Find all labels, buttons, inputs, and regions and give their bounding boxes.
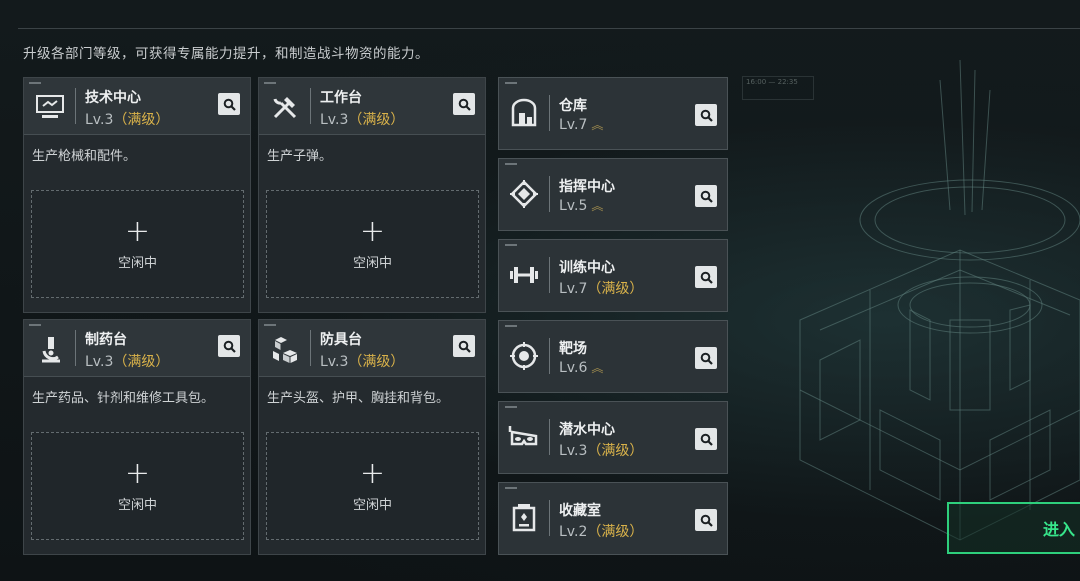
warehouse-icon [505,94,543,132]
max-level-tag: （满级） [113,354,170,370]
production-slot[interactable]: + 空闲中 [31,190,244,298]
card-header: 工作台 Lv.3（满级） [259,78,485,135]
header-separator [310,330,311,366]
chip-icon [505,175,543,213]
production-slot[interactable]: + 空闲中 [266,432,479,540]
facility-level: Lv.3（满级） [85,354,170,370]
slot-status: 空闲中 [117,255,157,271]
facility-name: 制药台 [85,332,127,348]
facility-name: 仓库 [559,98,587,114]
card-separator [549,338,550,374]
facility-name: 指挥中心 [559,179,615,195]
enter-button[interactable]: 进入 [947,502,1080,554]
tools-icon [265,87,305,127]
header-divider [18,28,1080,29]
facility-level: Lv.6 ︽ [559,360,604,376]
card-separator [549,419,550,455]
card-header: 制药台 Lv.3（满级） [24,320,250,377]
card-separator [549,95,550,131]
facility-level: Lv.5 ︽ [559,198,604,214]
card-header: 技术中心 Lv.3（满级） [24,78,250,135]
facility-card-shooting-range[interactable]: 靶场 Lv.6 ︽ [498,320,728,393]
dumbbell-icon [505,256,543,294]
production-slot[interactable]: + 空闲中 [266,190,479,298]
facility-level: Lv.3（满级） [85,112,170,128]
facility-card-training-center[interactable]: 训练中心 Lv.7（满级） [498,239,728,312]
production-slot[interactable]: + 空闲中 [31,432,244,540]
facility-card-tech-center[interactable]: 技术中心 Lv.3（满级） 生产枪械和配件。 + 空闲中 [23,77,251,313]
search-icon[interactable] [695,509,717,531]
slot-status: 空闲中 [352,497,392,513]
microscope-icon [30,329,70,369]
max-level-tag: （满级） [587,524,644,540]
card-separator [549,176,550,212]
facility-name: 收藏室 [559,503,601,519]
upgrade-available-icon: ︽ [591,118,604,132]
base-wireframe-illustration [799,60,1080,541]
max-level-tag: （满级） [113,112,170,128]
cubes-icon [265,329,305,369]
search-icon[interactable] [695,347,717,369]
facility-level: Lv.7 ︽ [559,117,604,133]
facility-card-collection-room[interactable]: 收藏室 Lv.2（满级） [498,482,728,555]
facility-card-command-center[interactable]: 指挥中心 Lv.5 ︽ [498,158,728,231]
search-icon[interactable] [453,335,475,357]
search-icon[interactable] [695,266,717,288]
plus-icon: + [359,213,386,249]
search-icon[interactable] [453,93,475,115]
monitor-icon [30,87,70,127]
facility-description: 生产药品、针剂和维修工具包。 [32,391,215,406]
facility-card-workbench[interactable]: 工作台 Lv.3（满级） 生产子弹。 + 空闲中 [258,77,486,313]
search-icon[interactable] [695,428,717,450]
slot-status: 空闲中 [352,255,392,271]
plus-icon: + [124,213,151,249]
slot-status: 空闲中 [117,497,157,513]
facility-card-pharmacy[interactable]: 制药台 Lv.3（满级） 生产药品、针剂和维修工具包。 + 空闲中 [23,319,251,555]
facility-name: 技术中心 [85,90,141,106]
collection-icon [505,499,543,537]
facility-name: 潜水中心 [559,422,615,438]
facility-card-warehouse[interactable]: 仓库 Lv.7 ︽ [498,77,728,150]
card-separator [549,257,550,293]
goggles-icon [505,418,543,456]
facility-level: Lv.3（满级） [320,112,405,128]
search-icon[interactable] [218,93,240,115]
facility-level: Lv.2（满级） [559,524,644,540]
card-separator [549,500,550,536]
facility-description: 生产子弹。 [267,149,333,164]
search-icon[interactable] [695,185,717,207]
decorative-time-text: 16:00 — 22:35 [746,78,798,86]
facility-name: 防具台 [320,332,362,348]
facility-level: Lv.7（满级） [559,281,644,297]
search-icon[interactable] [218,335,240,357]
header-separator [75,330,76,366]
facility-card-armor-bench[interactable]: 防具台 Lv.3（满级） 生产头盔、护甲、胸挂和背包。 + 空闲中 [258,319,486,555]
upgrade-available-icon: ︽ [591,199,604,213]
facility-level: Lv.3（满级） [559,443,644,459]
max-level-tag: （满级） [587,281,644,297]
upgrade-available-icon: ︽ [591,361,604,375]
facility-description: 生产头盔、护甲、胸挂和背包。 [267,391,450,406]
search-icon[interactable] [695,104,717,126]
header-separator [75,88,76,124]
facility-name: 训练中心 [559,260,615,276]
card-header: 防具台 Lv.3（满级） [259,320,485,377]
facility-level: Lv.3（满级） [320,354,405,370]
max-level-tag: （满级） [587,443,644,459]
target-icon [505,337,543,375]
plus-icon: + [359,455,386,491]
plus-icon: + [124,455,151,491]
facility-name: 工作台 [320,90,362,106]
header-separator [310,88,311,124]
facility-name: 靶场 [559,341,587,357]
facility-description: 生产枪械和配件。 [32,149,137,164]
max-level-tag: （满级） [348,112,405,128]
max-level-tag: （满级） [348,354,405,370]
page-subtitle: 升级各部门等级，可获得专属能力提升，和制造战斗物资的能力。 [23,46,429,62]
facility-card-diving-center[interactable]: 潜水中心 Lv.3（满级） [498,401,728,474]
